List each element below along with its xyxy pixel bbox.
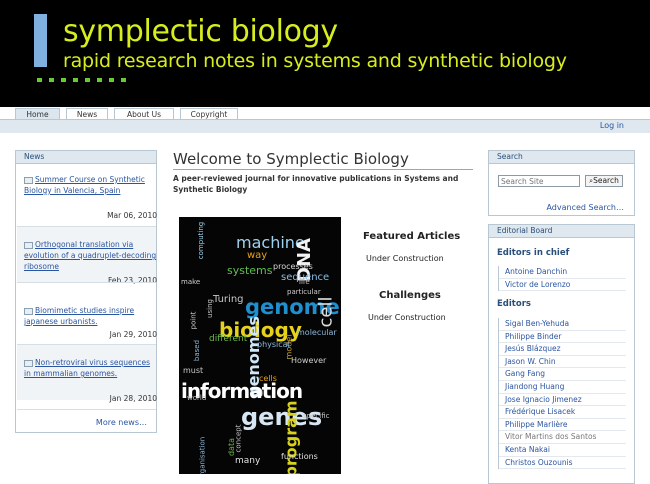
title-divider [173,169,473,170]
news-item: Non-retroviral virus sequences in mammal… [24,357,157,403]
editor-link[interactable]: Gang Fang [499,368,626,381]
cloud-word: particular [287,288,321,296]
cloud-word: cells [259,374,277,383]
search-button[interactable]: ⌕Search [585,175,623,187]
journal-description: A peer-reviewed journal for innovative p… [173,174,459,194]
cloud-word: must [183,366,204,375]
news-icon [24,176,33,184]
cloud-word: specific [303,412,330,420]
cloud-word: program [281,400,301,474]
cloud-word: world [187,394,207,402]
cloud-word: systems [227,264,273,277]
news-icon [24,307,33,315]
editor-link[interactable]: Antoine Danchin [499,266,626,279]
cloud-word: using [205,299,214,318]
site-subtitle: rapid research notes in systems and synt… [63,50,567,72]
news-item-date: Mar 06, 2010 [107,211,157,220]
news-item-date: Jan 29, 2010 [109,330,157,339]
editor-link[interactable]: Philippe Binder [499,331,626,344]
challenges-heading: Challenges [379,290,441,301]
challenges-text: Under Construction [368,313,446,322]
news-icon [24,241,33,249]
cloud-word: computing [197,221,206,260]
cloud-word: However [291,356,327,365]
banner-accent-bar [34,14,47,67]
search-header: Search [489,151,634,164]
cloud-word: life [299,278,310,286]
editorial-board-header: Editorial Board [489,225,634,238]
editor-link[interactable]: Victor de Lorenzo [499,279,626,292]
news-item-title[interactable]: Orthogonal translation via evolution of … [24,240,156,271]
editor-link[interactable]: Frédérique Lisacek [499,406,626,419]
cloud-word: physical [257,340,290,349]
editor-link[interactable]: Jose Ignacio Jimenez [499,394,626,407]
editor-link[interactable]: Sigal Ben-Yehuda [499,318,626,331]
editors-in-chief-list: Antoine Danchin Victor de Lorenzo [498,266,626,292]
news-icon [24,359,33,367]
editors-heading: Editors [497,299,531,309]
editor-link[interactable]: Jason W. Chin [499,356,626,369]
editor-link[interactable]: Philippe Marlière [499,419,626,432]
editor-link[interactable]: Jiandong Huang [499,381,626,394]
editor-link[interactable]: Vitor Martins dos Santos [499,431,626,444]
cloud-word: point [189,311,198,330]
news-header: News [16,151,156,164]
cloud-word: cell [315,296,337,328]
editor-link[interactable]: Kenta Nakai [499,444,626,457]
search-input[interactable] [498,175,580,187]
editors-list: Sigal Ben-Yehuda Philippe Binder Jesús B… [498,318,626,470]
news-item-date: Jan 28, 2010 [109,394,157,403]
cloud-word: concept [234,424,243,453]
editors-in-chief-heading: Editors in chief [497,248,570,258]
news-item: Biomimetic studies inspire japanese urba… [24,305,157,339]
news-item-title[interactable]: Biomimetic studies inspire japanese urba… [24,306,134,326]
cloud-word: Turing [213,294,244,305]
news-item: Summer Course on Synthetic Biology in Va… [24,174,157,220]
cloud-word: data [227,437,237,457]
cloud-word: make [181,278,201,286]
advanced-search-link[interactable]: Advanced Search… [546,203,624,212]
cloud-word: based [193,339,202,362]
news-item: Orthogonal translation via evolution of … [24,239,157,285]
news-box: News Summer Course on Synthetic Biology … [15,150,157,433]
banner-dots [37,78,126,82]
editor-link[interactable]: Christos Ouzounis [499,457,626,470]
featured-articles-heading: Featured Articles [363,231,461,242]
site-title[interactable]: symplectic biology [63,14,338,49]
cloud-word: molecular [297,328,337,337]
sub-nav-bar [0,119,650,133]
page-title: Welcome to Symplectic Biology [173,150,409,168]
featured-articles-text: Under Construction [366,254,444,263]
news-item-title[interactable]: Summer Course on Synthetic Biology in Va… [24,175,145,195]
cloud-word: organisation [198,436,207,474]
more-news-link[interactable]: More news… [96,418,147,427]
cloud-word: processes [273,262,313,271]
news-item-date: Feb 23, 2010 [107,276,157,285]
cloud-word: many [235,456,261,466]
news-item-title[interactable]: Non-retroviral virus sequences in mammal… [24,358,150,378]
cloud-word: different [209,334,248,344]
site-banner: symplectic biology rapid research notes … [0,0,650,107]
cloud-word: functions [281,452,318,461]
editor-link[interactable]: Jesús Blázquez [499,343,626,356]
cloud-word: way [247,250,268,261]
login-link[interactable]: Log in [600,121,624,130]
word-cloud-image: machine DNA genome biology genomes infor… [179,217,341,474]
